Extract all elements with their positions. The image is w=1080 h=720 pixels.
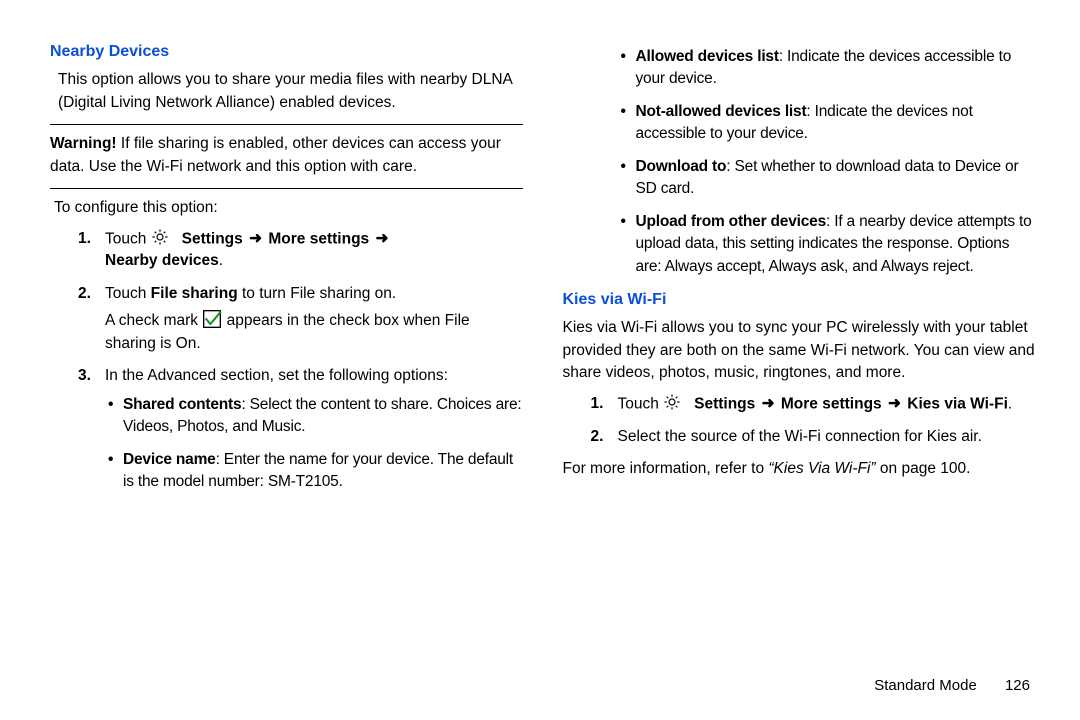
kies-step1-touch: Touch	[618, 395, 664, 412]
divider	[50, 188, 523, 189]
arrow-icon: ➜	[760, 395, 777, 412]
path-more-settings: More settings	[781, 395, 882, 412]
advanced-options-continued: Allowed devices list: Indicate the devic…	[618, 46, 1036, 278]
warning-text: If file sharing is enabled, other device…	[50, 135, 501, 174]
step2-c: to turn File sharing on.	[238, 285, 397, 302]
checkmark-icon	[202, 309, 222, 332]
step2-a: Touch	[105, 285, 151, 302]
adv-download-to: Download to: Set whether to download dat…	[618, 156, 1036, 201]
left-column: Nearby Devices This option allows you to…	[50, 40, 523, 504]
page-number: 126	[1005, 677, 1030, 694]
heading-nearby-devices: Nearby Devices	[50, 40, 523, 63]
b2-label: Not-allowed devices list	[636, 103, 807, 120]
gear-icon	[151, 228, 169, 250]
b4-label: Upload from other devices	[636, 213, 827, 230]
kies-step-2: Select the source of the Wi-Fi connectio…	[563, 426, 1036, 448]
path-settings: Settings	[182, 230, 243, 247]
arrow-icon: ➜	[886, 395, 903, 412]
nearby-intro: This option allows you to share your med…	[58, 69, 523, 114]
right-column: Allowed devices list: Indicate the devic…	[563, 40, 1036, 504]
footer-mode: Standard Mode	[874, 677, 977, 694]
page-footer: Standard Mode 126	[874, 677, 1030, 694]
moreinfo-a: For more information, refer to	[563, 460, 769, 477]
step2-line2-a: A check mark	[105, 312, 202, 329]
two-column-layout: Nearby Devices This option allows you to…	[50, 40, 1035, 504]
configure-line: To configure this option:	[54, 197, 523, 219]
path-kies: Kies via Wi-Fi	[907, 395, 1008, 412]
adv2-label: Device name	[123, 451, 216, 468]
step-2: Touch File sharing to turn File sharing …	[50, 283, 523, 355]
heading-kies: Kies via Wi-Fi	[563, 288, 1036, 311]
adv-device-name: Device name: Enter the name for your dev…	[105, 449, 523, 494]
manual-page: Nearby Devices This option allows you to…	[0, 0, 1080, 720]
warning-label: Warning!	[50, 135, 117, 152]
arrow-icon: ➜	[247, 230, 264, 247]
kies-step2-text: Select the source of the Wi-Fi connectio…	[618, 428, 982, 445]
arrow-icon: ➜	[373, 230, 390, 247]
step-3: In the Advanced section, set the followi…	[50, 365, 523, 493]
path-nearby-devices: Nearby devices	[105, 252, 219, 269]
advanced-options-list: Shared contents: Select the content to s…	[105, 394, 523, 494]
step3-text: In the Advanced section, set the followi…	[105, 367, 448, 384]
adv1-label: Shared contents	[123, 396, 241, 413]
kies-step-1: Touch Settings ➜ More settings ➜ Kies vi…	[563, 393, 1036, 416]
adv-shared-contents: Shared contents: Select the content to s…	[105, 394, 523, 439]
divider	[50, 124, 523, 125]
moreinfo-ref: “Kies Via Wi-Fi”	[768, 460, 875, 477]
moreinfo-b: on page 100.	[876, 460, 971, 477]
steps-list: Touch Settings ➜ More settings ➜ Nearby …	[50, 228, 523, 494]
step-1: Touch Settings ➜ More settings ➜ Nearby …	[50, 228, 523, 273]
gear-icon	[663, 393, 681, 415]
b1-label: Allowed devices list	[636, 48, 779, 65]
more-info-line: For more information, refer to “Kies Via…	[563, 458, 1036, 480]
b3-label: Download to	[636, 158, 727, 175]
path-settings: Settings	[694, 395, 755, 412]
adv-allowed: Allowed devices list: Indicate the devic…	[618, 46, 1036, 91]
step2-b: File sharing	[151, 285, 238, 302]
adv-not-allowed: Not-allowed devices list: Indicate the d…	[618, 101, 1036, 146]
kies-steps: Touch Settings ➜ More settings ➜ Kies vi…	[563, 393, 1036, 448]
step1-touch: Touch	[105, 230, 151, 247]
warning-block: Warning! If file sharing is enabled, oth…	[50, 133, 523, 178]
kies-intro: Kies via Wi-Fi allows you to sync your P…	[563, 317, 1036, 384]
adv-upload-from: Upload from other devices: If a nearby d…	[618, 211, 1036, 278]
path-more-settings: More settings	[268, 230, 369, 247]
